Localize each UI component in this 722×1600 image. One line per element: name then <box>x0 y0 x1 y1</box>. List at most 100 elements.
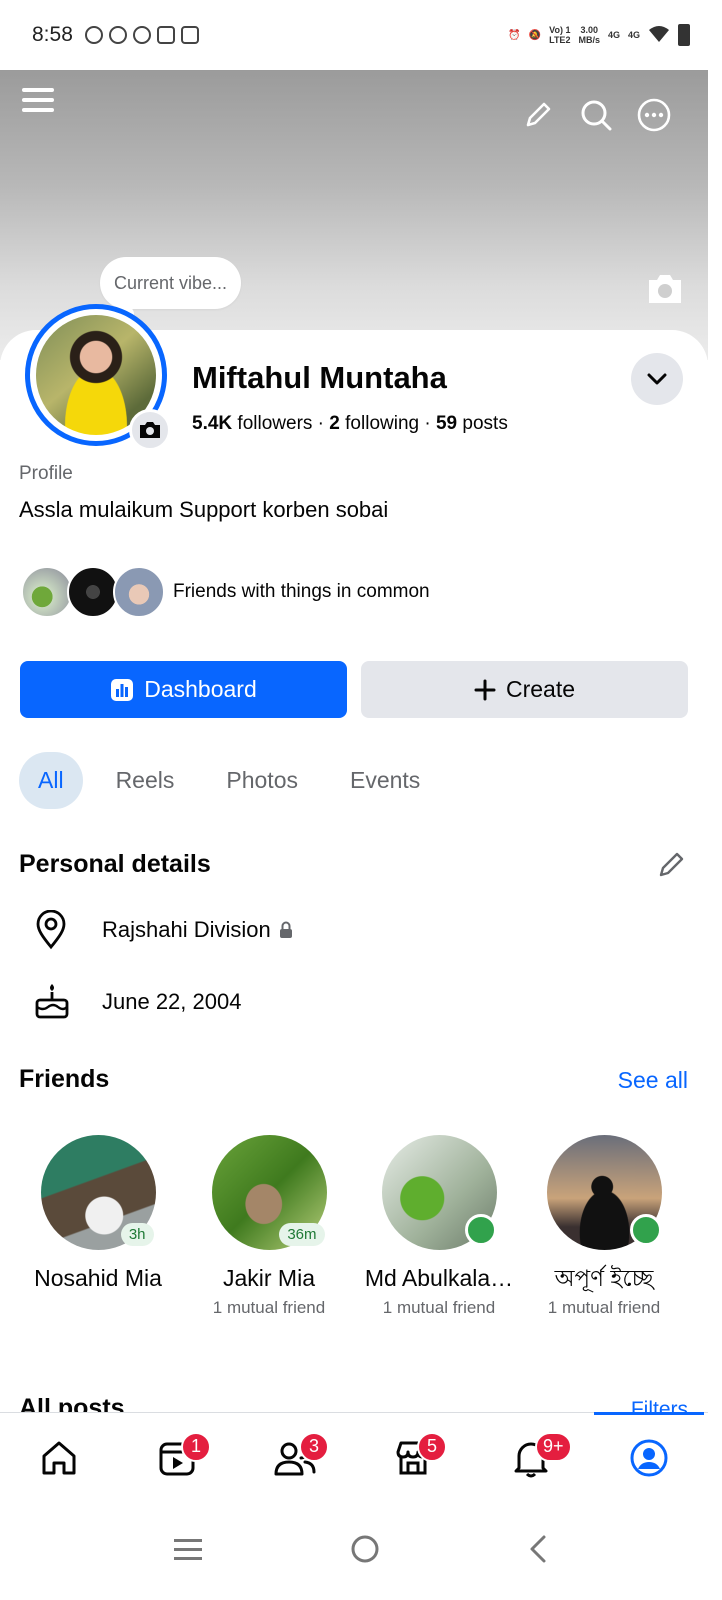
birthday-cake-icon <box>35 984 69 1019</box>
notifications-badge: 9+ <box>535 1431 572 1462</box>
tab-photos[interactable]: Photos <box>207 752 317 809</box>
video-badge: 1 <box>181 1431 211 1462</box>
tab-reels[interactable]: Reels <box>97 752 194 809</box>
posts-label: posts <box>462 413 508 434</box>
nav-notifications[interactable]: 9+ <box>501 1428 572 1488</box>
friend-card[interactable]: 36m Jakir Mia 1 mutual friend <box>184 1135 354 1318</box>
friend-avatar <box>381 1135 497 1250</box>
nav-home[interactable] <box>29 1428 89 1488</box>
friend-mutual: 1 mutual friend <box>382 1298 496 1317</box>
all-posts-title: All posts <box>19 1394 125 1412</box>
active-time-badge: 3h <box>120 1223 154 1246</box>
friend-name: Nosahid Mia <box>34 1265 162 1291</box>
facebook-icon <box>108 26 127 44</box>
friend-mutual: 1 mutual friend <box>547 1298 661 1317</box>
speed-indicator: 3.00 MB/s <box>578 25 600 45</box>
recent-apps-icon[interactable] <box>173 1537 203 1566</box>
create-button[interactable]: Create <box>361 661 688 718</box>
profile-stats: 5.4K followers · 2 following · 59 posts <box>192 413 508 434</box>
friend-avatar: 36m <box>211 1135 327 1250</box>
avatar-camera-icon[interactable] <box>129 409 171 451</box>
dashboard-label: Dashboard <box>144 676 257 702</box>
posts-count: 59 <box>435 413 458 434</box>
home-button-icon[interactable] <box>350 1534 380 1569</box>
nav-friends[interactable]: 3 <box>265 1428 329 1488</box>
current-vibe-bubble[interactable]: Current vibe... <box>100 257 242 309</box>
friend-card[interactable]: অপূর্ণ ইচ্ছে 1 mutual friend <box>519 1135 689 1318</box>
friend-avatar: 3h <box>40 1135 156 1250</box>
friends-in-common-label: Friends with things in common <box>173 581 430 602</box>
shop-icon <box>156 26 175 44</box>
battery-icon <box>678 24 690 46</box>
youtube-icon <box>132 26 151 44</box>
instagram-icon <box>180 26 199 44</box>
friends-in-common[interactable]: Friends with things in common <box>21 566 430 618</box>
dashboard-icon <box>111 678 134 701</box>
messenger-icon <box>84 26 103 44</box>
create-label: Create <box>505 676 576 702</box>
active-time-badge: 36m <box>279 1223 325 1246</box>
edit-details-icon[interactable] <box>656 848 688 885</box>
chevron-down-icon <box>647 373 667 385</box>
location-pin-icon <box>36 910 66 950</box>
signal-2-icon: 4G <box>627 30 640 40</box>
alarm-icon: ⏰ <box>508 29 521 41</box>
nav-marketplace[interactable]: 5 <box>383 1428 447 1488</box>
profile-dropdown-button[interactable] <box>631 353 683 405</box>
friend-avatar <box>546 1135 662 1250</box>
following-count[interactable]: 2 <box>329 413 340 434</box>
menu-icon[interactable] <box>18 80 58 120</box>
profile-tabs: All Reels Photos Events <box>19 752 453 809</box>
home-icon <box>42 1441 76 1474</box>
edit-icon[interactable] <box>518 95 558 135</box>
filters-link[interactable]: Filters <box>631 1398 688 1412</box>
nav-video[interactable]: 1 <box>147 1428 211 1488</box>
dashboard-button[interactable]: Dashboard <box>20 661 347 718</box>
friend-mutual: 1 mutual friend <box>212 1298 326 1317</box>
back-icon[interactable] <box>527 1534 549 1569</box>
friend-card[interactable]: Md Abulkala… 1 mutual friend <box>354 1135 524 1318</box>
friend-name: Md Abulkala… <box>364 1265 514 1291</box>
tab-all[interactable]: All <box>19 752 83 809</box>
profile-type-label: Profile <box>19 463 73 484</box>
location-value: Rajshahi Division <box>102 917 271 942</box>
friends-title: Friends <box>19 1065 110 1093</box>
search-icon[interactable] <box>576 95 616 135</box>
active-tab-indicator <box>594 1412 704 1415</box>
common-friend-avatar <box>67 566 119 618</box>
friend-card[interactable]: 3h Nosahid Mia <box>13 1135 183 1298</box>
marketplace-badge: 5 <box>417 1431 447 1462</box>
wifi-icon <box>648 25 670 46</box>
friend-name: Jakir Mia <box>222 1265 315 1291</box>
location-text: Rajshahi Division <box>102 917 293 943</box>
bottom-navigation: 1 3 5 9+ <box>0 1412 708 1502</box>
profile-icon <box>630 1439 668 1476</box>
status-system-icons: ⏰ 🔕 Vo) 1 LTE2 3.00 MB/s 4G 4G <box>508 24 690 46</box>
personal-details-title: Personal details <box>19 850 211 878</box>
lock-icon <box>279 921 292 938</box>
nav-profile[interactable] <box>619 1428 679 1488</box>
network-indicator: Vo) 1 LTE2 <box>549 25 571 45</box>
cover-camera-icon[interactable] <box>645 272 685 311</box>
plus-icon <box>474 679 496 700</box>
more-options-icon[interactable] <box>634 95 674 135</box>
following-label[interactable]: following <box>345 413 419 434</box>
followers-count[interactable]: 5.4K <box>192 413 232 434</box>
profile-name: Miftahul Muntaha <box>192 360 447 395</box>
friend-name: অপূর্ণ ইচ্ছে <box>554 1265 654 1291</box>
tab-events[interactable]: Events <box>331 752 439 809</box>
signal-1-icon: 4G <box>607 30 620 40</box>
system-navigation-bar <box>0 1502 722 1600</box>
online-status-dot <box>464 1214 497 1246</box>
status-notification-icons <box>84 26 199 44</box>
online-status-dot <box>629 1214 662 1246</box>
birthday-row <box>34 982 70 1020</box>
see-all-friends-link[interactable]: See all <box>618 1067 688 1094</box>
followers-label[interactable]: followers <box>237 413 312 434</box>
status-bar: 8:58 ⏰ 🔕 Vo) 1 LTE2 3.00 MB/s 4G 4G <box>0 0 722 70</box>
common-friend-avatar <box>21 566 73 618</box>
profile-bio: Assla mulaikum Support korben sobai <box>19 497 389 522</box>
friends-badge: 3 <box>299 1431 329 1462</box>
common-friend-avatar <box>113 566 165 618</box>
location-row <box>34 910 68 950</box>
